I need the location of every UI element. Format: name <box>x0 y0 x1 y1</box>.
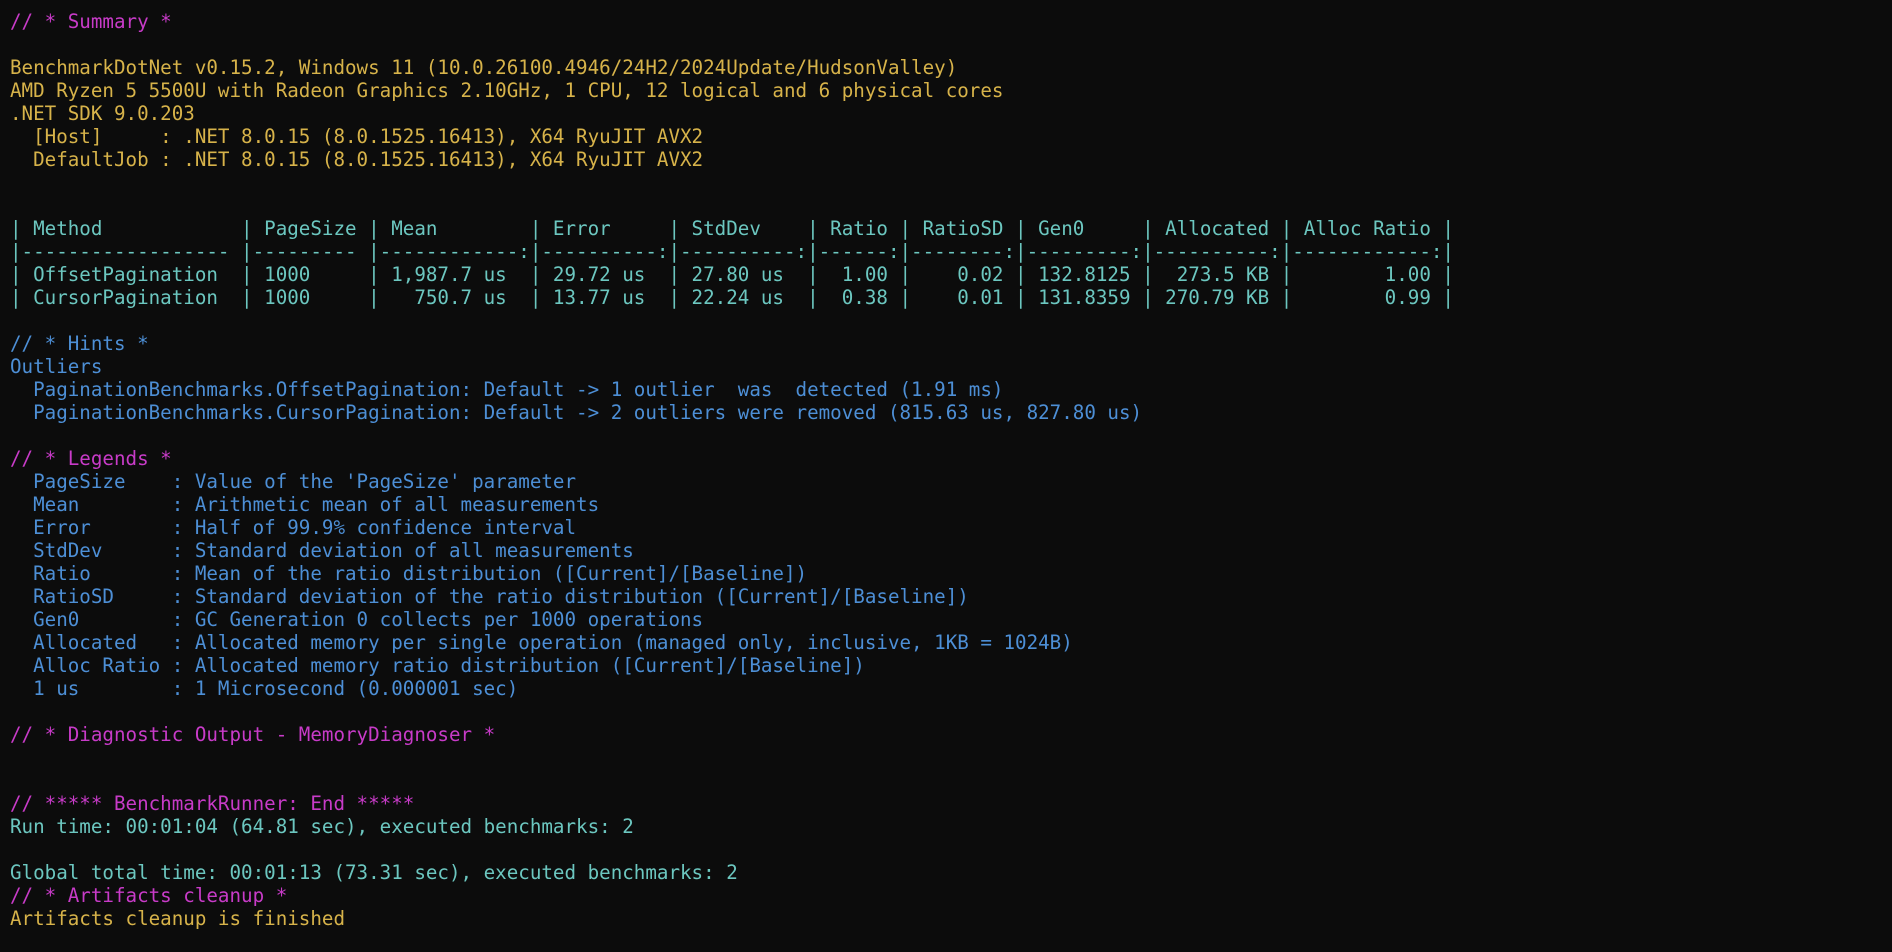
terminal-line: PaginationBenchmarks.CursorPagination: D… <box>10 401 1143 424</box>
terminal-line: PaginationBenchmarks.OffsetPagination: D… <box>10 378 1004 401</box>
terminal-line: RatioSD : Standard deviation of the rati… <box>10 585 969 608</box>
terminal-line: Artifacts cleanup is finished <box>10 907 346 930</box>
terminal-line: Run time: 00:01:04 (64.81 sec), executed… <box>10 815 634 838</box>
terminal-line: |------------------ |--------- |--------… <box>10 240 1454 263</box>
terminal-line: Allocated : Allocated memory per single … <box>10 631 1073 654</box>
terminal-line: [Host] : .NET 8.0.15 (8.0.1525.16413), X… <box>10 125 704 148</box>
terminal-line: // ***** BenchmarkRunner: End ***** <box>10 792 415 815</box>
terminal-line: | Method | PageSize | Mean | Error | Std… <box>10 217 1454 240</box>
terminal-line: // * Legends * <box>10 447 172 470</box>
terminal-line: Outliers <box>10 355 103 378</box>
terminal-line: | OffsetPagination | 1000 | 1,987.7 us |… <box>10 263 1454 286</box>
terminal-line: Alloc Ratio : Allocated memory ratio dis… <box>10 654 865 677</box>
terminal-line: DefaultJob : .NET 8.0.15 (8.0.1525.16413… <box>10 148 704 171</box>
terminal-line: Error : Half of 99.9% confidence interva… <box>10 516 577 539</box>
terminal-line: .NET SDK 9.0.203 <box>10 102 195 125</box>
terminal-line: // * Diagnostic Output - MemoryDiagnoser… <box>10 723 496 746</box>
terminal-line: // * Summary * <box>10 10 172 33</box>
terminal-line: StdDev : Standard deviation of all measu… <box>10 539 634 562</box>
terminal-line: PageSize : Value of the 'PageSize' param… <box>10 470 577 493</box>
terminal-line: Ratio : Mean of the ratio distribution (… <box>10 562 808 585</box>
terminal-output[interactable]: // * Summary * BenchmarkDotNet v0.15.2, W… <box>0 0 1892 952</box>
terminal-line: AMD Ryzen 5 5500U with Radeon Graphics 2… <box>10 79 1004 102</box>
terminal-line: | CursorPagination | 1000 | 750.7 us | 1… <box>10 286 1454 309</box>
terminal-line: Global total time: 00:01:13 (73.31 sec),… <box>10 861 738 884</box>
terminal-line: // * Hints * <box>10 332 149 355</box>
terminal-line: Gen0 : GC Generation 0 collects per 1000… <box>10 608 704 631</box>
terminal-line: // * Artifacts cleanup * <box>10 884 288 907</box>
terminal-line: BenchmarkDotNet v0.15.2, Windows 11 (10.… <box>10 56 958 79</box>
terminal-line: 1 us : 1 Microsecond (0.000001 sec) <box>10 677 519 700</box>
terminal-line: Mean : Arithmetic mean of all measuremen… <box>10 493 600 516</box>
